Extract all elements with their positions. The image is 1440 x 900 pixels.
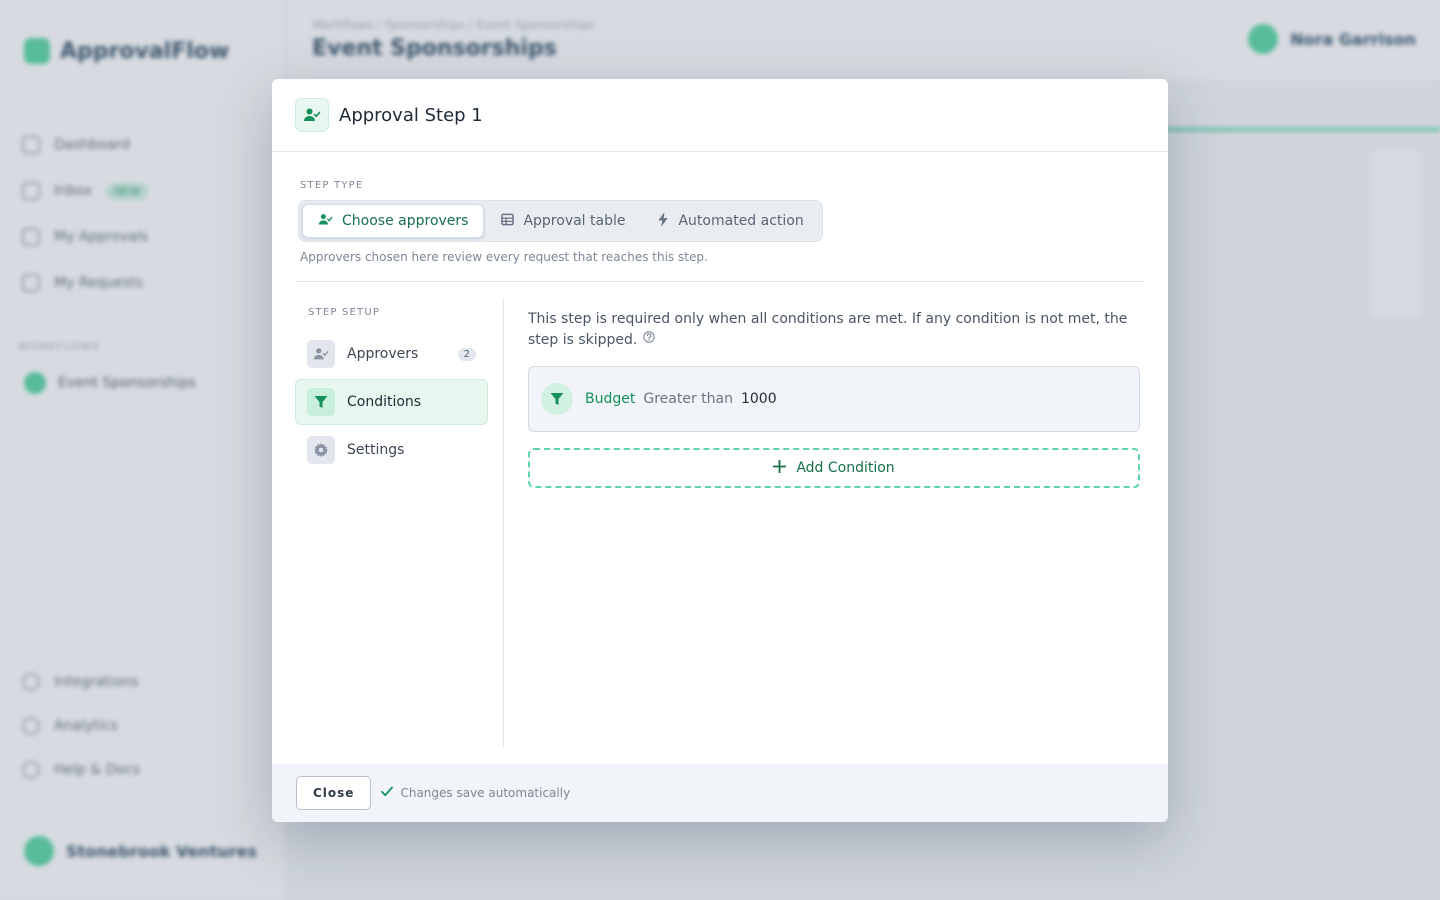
bolt-icon bbox=[657, 211, 669, 231]
setup-nav-label: Approvers bbox=[347, 346, 419, 362]
condition-field: Budget bbox=[585, 391, 636, 407]
step-type-selector: Choose approvers Approval table Automate… bbox=[298, 200, 823, 242]
conditions-description: This step is required only when all cond… bbox=[528, 309, 1128, 350]
user-check-icon bbox=[318, 212, 333, 231]
condition-value: 1000 bbox=[740, 391, 777, 407]
segment-label: Choose approvers bbox=[342, 213, 469, 229]
modal-header: Approval Step 1 bbox=[272, 79, 1168, 152]
segment-label: Approval table bbox=[523, 213, 626, 229]
step-type-choose-approvers[interactable]: Choose approvers bbox=[302, 204, 485, 238]
user-check-icon bbox=[307, 340, 335, 368]
step-type-label: STEP TYPE bbox=[300, 180, 364, 191]
section-divider bbox=[296, 281, 1144, 282]
step-type-approval-table[interactable]: Approval table bbox=[486, 204, 640, 238]
setup-nav-label: Conditions bbox=[347, 394, 422, 410]
autosave-note: Changes save automatically bbox=[381, 786, 570, 800]
approvers-count-badge: 2 bbox=[457, 347, 476, 361]
conditions-description-text: This step is required only when all cond… bbox=[528, 311, 1128, 348]
approval-step-modal: Approval Step 1 STEP TYPE Choose approve… bbox=[272, 79, 1168, 822]
segment-label: Automated action bbox=[678, 213, 804, 229]
gear-icon bbox=[307, 436, 335, 464]
modal-title: Approval Step 1 bbox=[339, 104, 483, 126]
filter-icon bbox=[541, 383, 573, 415]
check-icon bbox=[381, 786, 394, 800]
add-condition-label: Add Condition bbox=[796, 460, 895, 476]
step-type-automated-action[interactable]: Automated action bbox=[642, 204, 818, 238]
setup-nav-approvers[interactable]: Approvers 2 bbox=[295, 331, 488, 377]
setup-nav-conditions[interactable]: Conditions bbox=[295, 379, 488, 425]
help-circle-icon[interactable] bbox=[643, 329, 656, 349]
setup-nav-label: Settings bbox=[347, 442, 405, 458]
condition-operator: Greater than bbox=[643, 391, 733, 407]
close-button[interactable]: Close bbox=[296, 776, 372, 810]
panel-divider bbox=[503, 298, 504, 748]
add-condition-button[interactable]: Add Condition bbox=[528, 448, 1140, 488]
setup-nav-settings[interactable]: Settings bbox=[295, 427, 488, 473]
autosave-text: Changes save automatically bbox=[400, 786, 571, 800]
condition-card[interactable]: Budget Greater than 1000 bbox=[528, 366, 1140, 432]
modal-footer: Close Changes save automatically bbox=[272, 764, 1168, 822]
step-setup-nav: Approvers 2 Conditions Settings bbox=[295, 331, 488, 475]
user-check-icon bbox=[295, 98, 329, 132]
plus-icon bbox=[772, 459, 787, 477]
table-icon bbox=[501, 213, 515, 230]
step-type-help-text: Approvers chosen here review every reque… bbox=[300, 250, 708, 264]
filter-icon bbox=[307, 388, 335, 416]
step-setup-label: STEP SETUP bbox=[308, 307, 381, 318]
